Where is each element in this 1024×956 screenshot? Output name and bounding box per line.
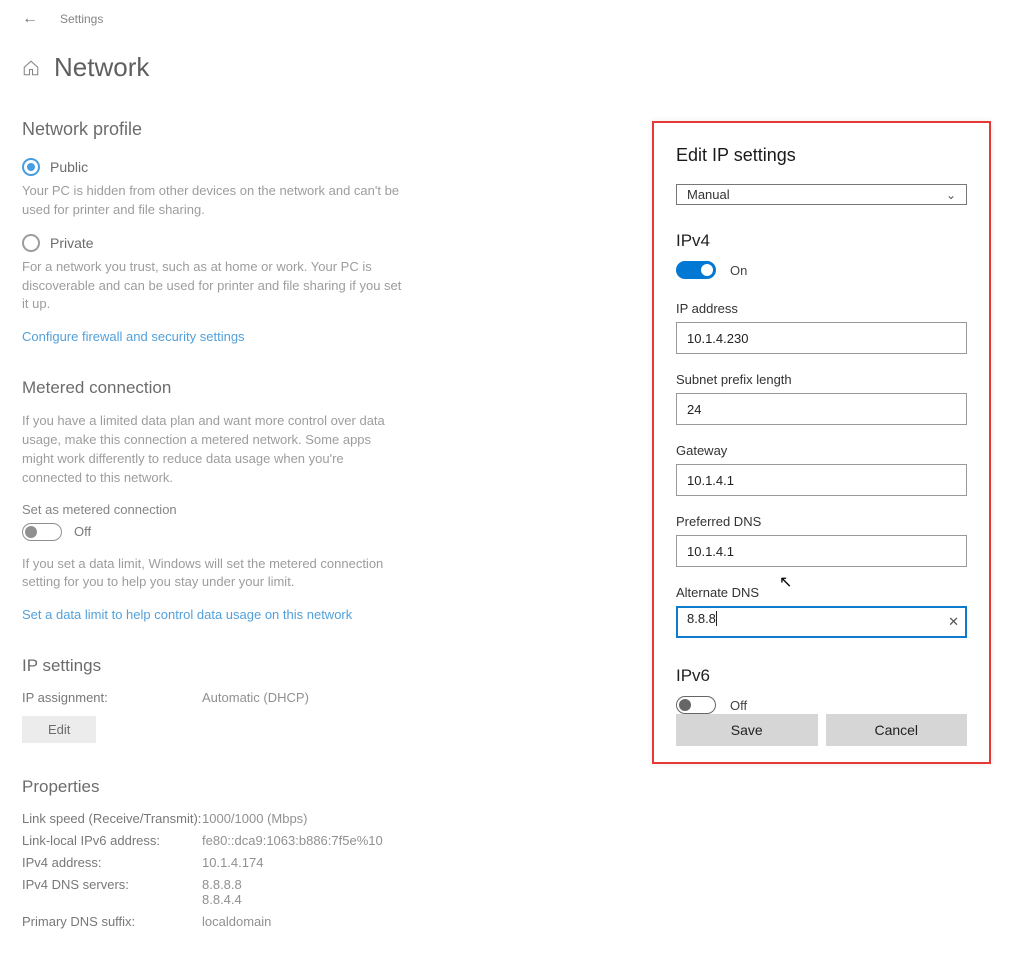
edit-button[interactable]: Edit (22, 716, 96, 743)
gateway-label: Gateway (676, 443, 967, 458)
preferred-dns-label: Preferred DNS (676, 514, 967, 529)
alternate-dns-label: Alternate DNS (676, 585, 967, 600)
dialog-title: Edit IP settings (676, 145, 967, 166)
back-arrow-icon[interactable]: ← (22, 10, 38, 28)
property-row: IPv4 address:10.1.4.174 (22, 855, 1002, 870)
ip-address-input[interactable] (676, 322, 967, 354)
subnet-prefix-input[interactable] (676, 393, 967, 425)
ip-mode-value: Manual (687, 187, 730, 202)
property-key: Link-local IPv6 address: (22, 833, 202, 848)
home-icon (22, 59, 40, 77)
ipv6-toggle[interactable] (676, 696, 716, 714)
property-key: IPv4 address: (22, 855, 202, 870)
property-row: Link-local IPv6 address:fe80::dca9:1063:… (22, 833, 1002, 848)
property-value: 10.1.4.174 (202, 855, 263, 870)
save-button[interactable]: Save (676, 714, 818, 746)
property-key: IPv4 DNS servers: (22, 877, 202, 907)
preferred-dns-input[interactable] (676, 535, 967, 567)
alternate-dns-value: 8.8.8 (687, 611, 716, 626)
ipv6-heading: IPv6 (676, 666, 967, 686)
breadcrumb: Settings (60, 12, 103, 26)
public-label: Public (50, 159, 88, 175)
property-value: fe80::dca9:1063:b886:7f5e%10 (202, 833, 383, 848)
ipv4-heading: IPv4 (676, 231, 967, 251)
property-row: Link speed (Receive/Transmit):1000/1000 … (22, 811, 1002, 826)
metered-toggle-state: Off (74, 524, 91, 539)
property-value: 8.8.8.8 8.8.4.4 (202, 877, 242, 907)
ip-mode-select[interactable]: Manual ⌄ (676, 184, 967, 205)
properties-heading: Properties (22, 777, 1002, 797)
alternate-dns-input[interactable]: 8.8.8 (676, 606, 967, 638)
gateway-input[interactable] (676, 464, 967, 496)
property-row: Primary DNS suffix:localdomain (22, 914, 1002, 929)
page-title: Network (54, 52, 149, 83)
cancel-button[interactable]: Cancel (826, 714, 968, 746)
metered-note: If you set a data limit, Windows will se… (22, 555, 402, 593)
property-value: localdomain (202, 914, 271, 929)
ip-assignment-label: IP assignment: (22, 690, 202, 705)
subnet-prefix-label: Subnet prefix length (676, 372, 967, 387)
property-key: Primary DNS suffix: (22, 914, 202, 929)
private-label: Private (50, 235, 94, 251)
ip-assignment-value: Automatic (DHCP) (202, 690, 309, 705)
property-key: Link speed (Receive/Transmit): (22, 811, 202, 826)
property-value: 1000/1000 (Mbps) (202, 811, 308, 826)
ip-address-label: IP address (676, 301, 967, 316)
ipv4-toggle[interactable] (676, 261, 716, 279)
ipv4-toggle-state: On (730, 263, 747, 278)
public-radio[interactable] (22, 158, 40, 176)
datalimit-link[interactable]: Set a data limit to help control data us… (22, 607, 352, 622)
private-radio[interactable] (22, 234, 40, 252)
property-row: IPv4 DNS servers:8.8.8.8 8.8.4.4 (22, 877, 1002, 907)
metered-desc: If you have a limited data plan and want… (22, 412, 402, 487)
ipv6-toggle-state: Off (730, 698, 747, 713)
public-desc: Your PC is hidden from other devices on … (22, 182, 402, 220)
metered-toggle[interactable] (22, 523, 62, 541)
chevron-down-icon: ⌄ (946, 188, 956, 202)
clear-input-icon[interactable]: ✕ (948, 614, 959, 630)
edit-ip-dialog: Edit IP settings Manual ⌄ IPv4 On IP add… (652, 121, 991, 764)
firewall-link[interactable]: Configure firewall and security settings (22, 329, 245, 344)
private-desc: For a network you trust, such as at home… (22, 258, 402, 315)
